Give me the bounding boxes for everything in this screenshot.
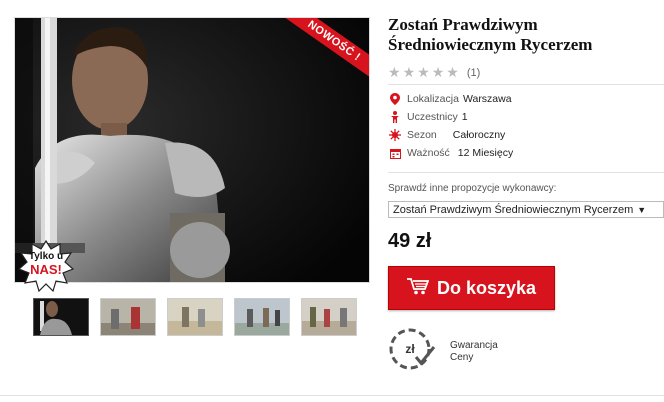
- attribute-label: Sezon: [407, 129, 437, 141]
- providers-label: Sprawdź inne propozycje wykonawcy:: [388, 183, 557, 194]
- thumbnail-strip: [33, 298, 357, 336]
- attribute-validity: Ważność 12 Miesięcy: [389, 144, 513, 162]
- thumbnail-1[interactable]: [33, 298, 89, 336]
- cart-icon: [406, 277, 430, 300]
- caret-down-icon: ▼: [637, 204, 647, 215]
- attribute-value: Całoroczny: [452, 129, 506, 141]
- provider-select-value: Zostań Prawdziwym Średniowiecznym Rycerz…: [393, 203, 634, 216]
- star-icon: ★: [431, 64, 445, 80]
- svg-text:zł: zł: [405, 342, 415, 356]
- divider: [388, 172, 664, 173]
- attribute-participants: Uczestnicy 1: [389, 108, 513, 126]
- thumbnail-5[interactable]: [301, 298, 357, 336]
- product-title-line2: Średniowiecznym Rycerzem: [388, 35, 593, 54]
- add-to-cart-button[interactable]: Do koszyka: [388, 266, 555, 310]
- product-title-line1: Zostań Prawdziwym: [388, 15, 538, 34]
- thumbnail-4[interactable]: [234, 298, 290, 336]
- attribute-value: 12 Miesięcy: [457, 147, 514, 159]
- star-icon: ★: [402, 64, 416, 80]
- thumbnail-3[interactable]: [167, 298, 223, 336]
- exclusive-badge: Tylko u NAS!: [17, 239, 75, 293]
- attribute-label: Lokalizacja: [407, 93, 459, 105]
- exclusive-badge-line1: Tylko u: [28, 251, 64, 262]
- rating-count[interactable]: (1): [467, 67, 480, 79]
- thumbnail-2[interactable]: [100, 298, 156, 336]
- product-price: 49 zł: [388, 230, 432, 252]
- attribute-value: Warszawa: [462, 93, 512, 105]
- product-rating[interactable]: ★ ★ ★ ★ ★ (1): [388, 64, 480, 81]
- star-icon: ★: [417, 64, 430, 80]
- product-title: Zostań Prawdziwym Średniowiecznym Rycerz…: [388, 15, 664, 55]
- attribute-season: Sezon Całoroczny: [389, 126, 513, 144]
- attribute-label: Ważność: [407, 147, 450, 159]
- guarantee-line2: Ceny: [450, 351, 474, 363]
- provider-select[interactable]: Zostań Prawdziwym Średniowiecznym Rycerz…: [388, 201, 664, 218]
- exclusive-badge-line2: NAS!: [30, 262, 62, 277]
- location-pin-icon: [389, 93, 401, 105]
- price-guarantee: zł Gwarancja Ceny: [388, 327, 498, 376]
- attribute-label: Uczestnicy: [407, 111, 458, 123]
- attribute-location: Lokalizacja Warszawa: [389, 90, 513, 108]
- attribute-value: 1: [461, 111, 468, 123]
- bottom-divider: [0, 395, 664, 396]
- price-guarantee-text: Gwarancja Ceny: [450, 340, 498, 364]
- person-icon: [389, 111, 401, 123]
- sun-icon: [389, 129, 401, 141]
- divider: [388, 84, 664, 85]
- guarantee-line1: Gwarancja: [450, 339, 498, 351]
- star-icon: ★: [388, 64, 401, 80]
- star-icon: ★: [446, 64, 459, 80]
- product-attributes: Lokalizacja Warszawa Uczestnicy 1 Sezon …: [389, 90, 513, 162]
- price-guarantee-icon: zł: [388, 327, 436, 376]
- add-to-cart-label: Do koszyka: [436, 277, 537, 298]
- calendar-icon: [389, 147, 401, 159]
